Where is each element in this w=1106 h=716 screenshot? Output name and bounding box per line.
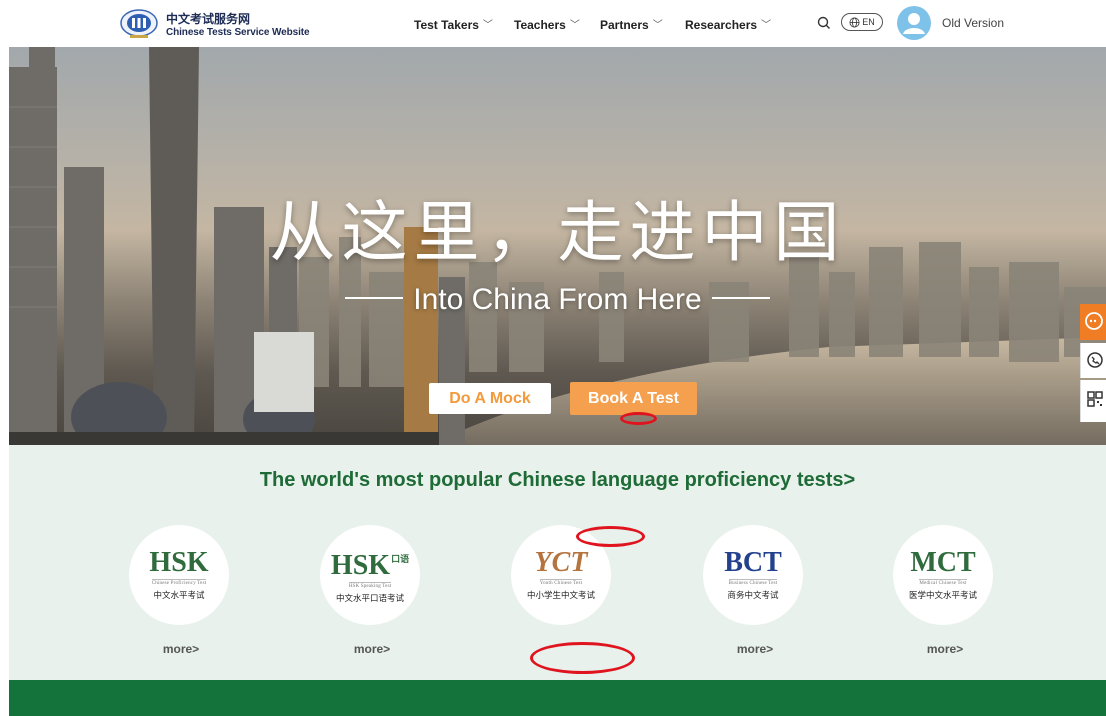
test-card-mct[interactable]: MCT Medical Chinese Test 医学中文水平考试 more>	[893, 525, 997, 656]
hero-banner: 从这里，走进中国 Into China From Here Do A Mock …	[9, 47, 1106, 445]
nav-researchers[interactable]: Researchers ﹀	[685, 16, 771, 32]
more-link[interactable]: more>	[893, 642, 997, 656]
test-name-en: Chinese Proficiency Test	[151, 579, 207, 586]
test-name-en: Medical Chinese Test	[919, 579, 967, 586]
test-name-en: Youth Chinese Test	[539, 579, 583, 586]
test-card-hskk[interactable]: HSK口语 HSK Speaking Test 中文水平口语考试 more>	[320, 525, 424, 656]
hero-subtitle: Into China From Here	[9, 283, 1106, 317]
logo-emblem-icon	[120, 9, 158, 38]
test-name-cn: 商务中文考试	[727, 591, 779, 601]
test-name-cn: 中文水平考试	[153, 591, 205, 601]
test-card-hsk[interactable]: HSK Chinese Proficiency Test 中文水平考试 more…	[129, 525, 233, 656]
user-avatar-icon[interactable]	[897, 6, 931, 40]
hskk-logo[interactable]: HSK口语 HSK Speaking Test 中文水平口语考试	[320, 525, 420, 625]
annotation-oval	[530, 642, 635, 674]
more-link[interactable]: more>	[703, 642, 807, 656]
chevron-down-icon: ﹀	[569, 20, 580, 31]
test-name-cn: 中小学生中文考试	[526, 591, 595, 601]
hero-subtitle-text: Into China From Here	[413, 283, 702, 316]
chevron-down-icon: ﹀	[652, 20, 663, 31]
old-version-link[interactable]: Old Version	[942, 16, 1004, 30]
nav-teachers[interactable]: Teachers ﹀	[514, 16, 580, 32]
language-label: EN	[862, 17, 875, 27]
chevron-down-icon: ﹀	[761, 20, 772, 31]
search-icon[interactable]	[817, 16, 831, 30]
test-card-bct[interactable]: BCT Business Chinese Test 商务中文考试 more>	[703, 525, 807, 656]
footer-band	[9, 680, 1106, 716]
language-switch-button[interactable]: EN	[841, 13, 883, 31]
test-logo-text: BCT	[724, 547, 782, 578]
test-logo-text: HSK	[149, 547, 209, 578]
site-header: 中文考试服务网 Chinese Tests Service Website Te…	[0, 0, 1106, 47]
test-logo-sup: 口语	[391, 555, 410, 565]
test-logo-main: HSK	[330, 550, 391, 581]
more-link[interactable]: more>	[129, 642, 233, 656]
phone-icon	[1087, 352, 1103, 368]
test-name-cn: 中文水平口语考试	[335, 594, 404, 604]
hsk-logo[interactable]: HSK Chinese Proficiency Test 中文水平考试	[129, 525, 229, 625]
site-logo[interactable]: 中文考试服务网 Chinese Tests Service Website	[120, 6, 320, 42]
chevron-down-icon: ﹀	[482, 20, 493, 31]
annotation-oval	[620, 412, 657, 425]
do-a-mock-button[interactable]: Do A Mock	[429, 383, 551, 414]
more-link[interactable]: more>	[320, 642, 424, 656]
bct-logo[interactable]: BCT Business Chinese Test 商务中文考试	[703, 525, 803, 625]
annotation-oval	[576, 526, 645, 547]
phone-contact-button[interactable]	[1080, 343, 1106, 378]
nav-test-takers[interactable]: Test Takers ﹀	[414, 16, 493, 32]
chat-bubble-icon	[1085, 312, 1103, 330]
test-logo-text: MCT	[910, 547, 976, 578]
mct-logo[interactable]: MCT Medical Chinese Test 医学中文水平考试	[893, 525, 993, 625]
test-logo-text: HSK口语	[331, 546, 409, 580]
decorative-line	[711, 297, 770, 299]
nav-label: Test Takers	[414, 18, 479, 32]
qr-code-button[interactable]	[1080, 380, 1106, 422]
test-logo-text: YCT	[534, 547, 588, 578]
test-name-cn: 医学中文水平考试	[908, 591, 977, 601]
tests-section-heading[interactable]: The world's most popular Chinese languag…	[9, 469, 1106, 492]
test-name-en: Business Chinese Test	[728, 579, 778, 586]
logo-title-cn: 中文考试服务网	[166, 12, 251, 26]
nav-label: Partners	[600, 18, 649, 32]
hero-title: 从这里，走进中国	[269, 194, 846, 271]
book-a-test-button[interactable]: Book A Test	[570, 382, 697, 415]
logo-title-en: Chinese Tests Service Website	[166, 27, 310, 38]
globe-icon	[849, 17, 860, 27]
decorative-line	[345, 297, 404, 299]
customer-service-button[interactable]	[1080, 304, 1106, 340]
nav-label: Teachers	[514, 18, 566, 32]
test-name-en: HSK Speaking Test	[348, 582, 392, 589]
qr-code-icon	[1087, 391, 1103, 407]
nav-partners[interactable]: Partners ﹀	[600, 16, 663, 32]
nav-label: Researchers	[685, 18, 758, 32]
